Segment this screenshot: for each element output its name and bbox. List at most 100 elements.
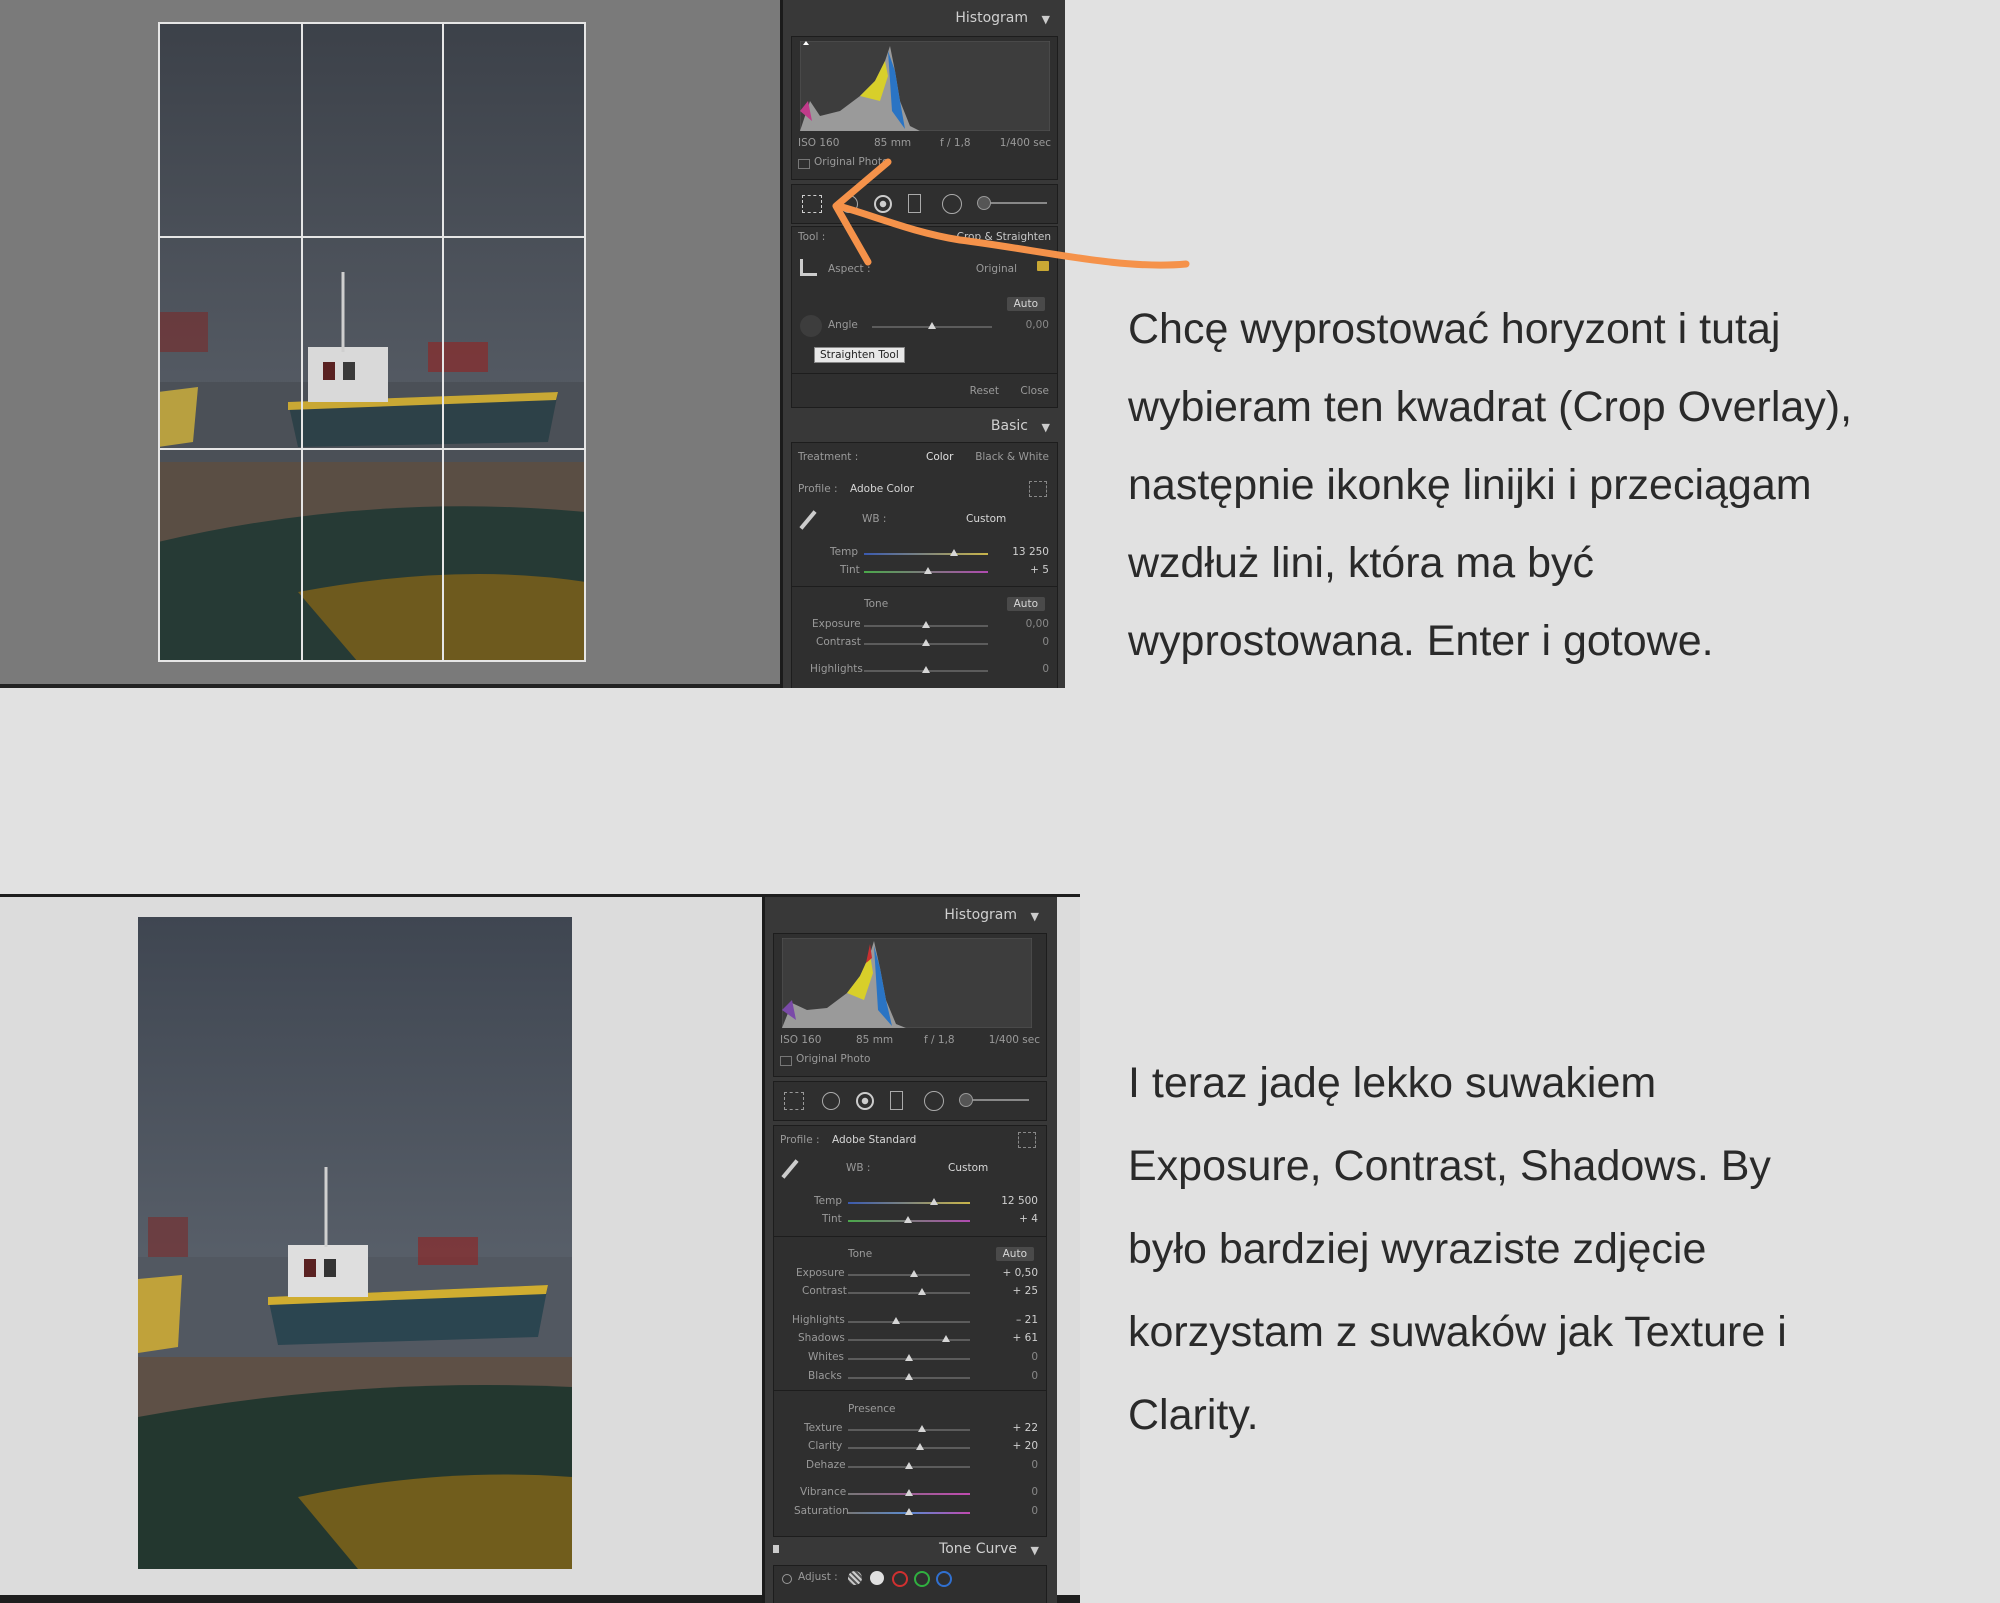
temp-slider-track[interactable] bbox=[848, 1202, 970, 1204]
straighten-ruler-icon[interactable] bbox=[800, 315, 822, 337]
point-curve-icon[interactable] bbox=[870, 1571, 884, 1585]
lock-icon[interactable] bbox=[1037, 261, 1049, 271]
clarity-slider-knob[interactable] bbox=[916, 1443, 924, 1450]
tone-curve-toggle-icon[interactable] bbox=[773, 1545, 779, 1553]
radial-filter-icon[interactable] bbox=[924, 1091, 944, 1111]
saturation-slider-knob[interactable] bbox=[905, 1508, 913, 1515]
contrast-slider-track[interactable] bbox=[848, 1292, 970, 1294]
wb-eyedropper-icon[interactable] bbox=[799, 510, 817, 530]
highlights-slider-track[interactable] bbox=[848, 1321, 970, 1323]
tone-curve-collapse-icon[interactable]: ▼ bbox=[1031, 1544, 1039, 1557]
histogram-title[interactable]: Histogram bbox=[944, 907, 1017, 923]
original-photo-checkbox[interactable] bbox=[798, 159, 810, 169]
tint-label: Tint bbox=[822, 1213, 842, 1225]
histogram-iso: ISO 160 bbox=[780, 1034, 822, 1046]
contrast-slider-knob[interactable] bbox=[918, 1288, 926, 1295]
reset-button[interactable]: Reset bbox=[970, 385, 999, 397]
bottom-photo[interactable] bbox=[138, 917, 572, 1569]
graduated-filter-icon[interactable] bbox=[908, 194, 921, 213]
bottom-caption: I teraz jadę lekko suwakiem Exposure, Co… bbox=[1128, 1059, 1787, 1439]
basic-title[interactable]: Basic bbox=[991, 418, 1028, 434]
exposure-slider-knob[interactable] bbox=[910, 1270, 918, 1277]
parametric-curve-icon[interactable] bbox=[848, 1571, 862, 1585]
temp-slider-knob[interactable] bbox=[930, 1198, 938, 1205]
tone-curve-title[interactable]: Tone Curve bbox=[939, 1541, 1017, 1557]
exposure-value: 0,00 bbox=[1025, 618, 1049, 630]
histogram-title[interactable]: Histogram bbox=[955, 10, 1028, 26]
profile-value[interactable]: Adobe Color bbox=[850, 483, 914, 495]
green-channel-icon[interactable] bbox=[914, 1571, 930, 1587]
temp-value: 12 500 bbox=[1001, 1195, 1038, 1207]
wb-value[interactable]: Custom bbox=[948, 1162, 988, 1174]
close-button[interactable]: Close bbox=[1020, 385, 1049, 397]
vibrance-slider-knob[interactable] bbox=[905, 1489, 913, 1496]
shadows-slider-knob[interactable] bbox=[942, 1335, 950, 1342]
radial-filter-icon[interactable] bbox=[942, 194, 962, 214]
wb-eyedropper-icon[interactable] bbox=[781, 1159, 799, 1179]
collapse-triangle-icon[interactable]: ▼ bbox=[1042, 13, 1050, 26]
tool-strip bbox=[791, 184, 1058, 224]
saturation-label: Saturation bbox=[794, 1505, 849, 1517]
red-channel-icon[interactable] bbox=[892, 1571, 908, 1587]
straighten-tooltip: Straighten Tool bbox=[814, 347, 905, 363]
clarity-slider-track[interactable] bbox=[848, 1447, 970, 1449]
highlights-slider-knob[interactable] bbox=[892, 1317, 900, 1324]
brush-knob-icon[interactable] bbox=[977, 196, 991, 210]
tone-label: Tone bbox=[864, 598, 889, 610]
collapse-triangle-icon[interactable]: ▼ bbox=[1031, 910, 1039, 923]
tint-slider-knob[interactable] bbox=[904, 1216, 912, 1223]
exposure-slider-track[interactable] bbox=[848, 1274, 970, 1276]
tint-label: Tint bbox=[840, 564, 860, 576]
crop-overlay-icon[interactable] bbox=[802, 195, 822, 213]
spot-removal-icon[interactable] bbox=[822, 1092, 840, 1110]
wb-value[interactable]: Custom bbox=[966, 513, 1006, 525]
texture-slider-track[interactable] bbox=[848, 1429, 970, 1431]
histogram-shutter: 1/400 sec bbox=[999, 137, 1051, 149]
profile-browser-icon[interactable] bbox=[1029, 481, 1047, 497]
blacks-slider-knob[interactable] bbox=[905, 1373, 913, 1380]
temp-value: 13 250 bbox=[1012, 546, 1049, 558]
treatment-color[interactable]: Color bbox=[926, 451, 953, 463]
exposure-slider-knob[interactable] bbox=[922, 621, 930, 628]
top-photo-crop[interactable] bbox=[158, 22, 586, 662]
saturation-value: 0 bbox=[1031, 1505, 1038, 1517]
highlights-label: Highlights bbox=[792, 1314, 845, 1326]
blue-channel-icon[interactable] bbox=[936, 1571, 952, 1587]
angle-slider-knob[interactable] bbox=[928, 322, 936, 329]
red-eye-icon[interactable] bbox=[874, 195, 892, 213]
dehaze-slider-knob[interactable] bbox=[905, 1462, 913, 1469]
texture-slider-knob[interactable] bbox=[918, 1425, 926, 1432]
angle-auto-button[interactable]: Auto bbox=[1006, 297, 1045, 311]
whites-slider-knob[interactable] bbox=[905, 1354, 913, 1361]
basic-divider bbox=[792, 586, 1057, 587]
temp-slider-track[interactable] bbox=[864, 553, 988, 555]
contrast-slider-knob[interactable] bbox=[922, 639, 930, 646]
histogram-graph[interactable] bbox=[800, 41, 1050, 131]
histogram-graph[interactable] bbox=[782, 938, 1032, 1028]
temp-slider-knob[interactable] bbox=[950, 549, 958, 556]
crop-panel: Tool : Crop & Straighten Aspect : Origin… bbox=[791, 226, 1058, 408]
basic-collapse-icon[interactable]: ▼ bbox=[1042, 421, 1050, 434]
tint-value: + 4 bbox=[1019, 1213, 1038, 1225]
top-develop-panel: Histogram ▼ ISO 160 85 mm f / 1,8 1/400 … bbox=[780, 0, 1065, 688]
crop-tool-icon[interactable] bbox=[800, 259, 817, 276]
basic-panel: Profile : Adobe Standard WB : Custom Tem… bbox=[773, 1125, 1047, 1537]
highlights-slider-knob[interactable] bbox=[922, 666, 930, 673]
profile-browser-icon[interactable] bbox=[1018, 1132, 1036, 1148]
tint-slider-knob[interactable] bbox=[924, 567, 932, 574]
graduated-filter-icon[interactable] bbox=[890, 1091, 903, 1110]
highlights-value: 0 bbox=[1042, 663, 1049, 675]
crop-overlay-icon[interactable] bbox=[784, 1092, 804, 1110]
brush-knob-icon[interactable] bbox=[959, 1093, 973, 1107]
tone-auto-button[interactable]: Auto bbox=[995, 1247, 1034, 1261]
profile-value[interactable]: Adobe Standard bbox=[832, 1134, 916, 1146]
tone-auto-button[interactable]: Auto bbox=[1006, 597, 1045, 611]
wb-label: WB : bbox=[862, 513, 887, 525]
original-photo-checkbox[interactable] bbox=[780, 1056, 792, 1066]
spot-removal-icon[interactable] bbox=[840, 195, 858, 213]
shadows-slider-track[interactable] bbox=[848, 1339, 970, 1341]
aspect-value[interactable]: Original bbox=[976, 263, 1017, 275]
treatment-bw[interactable]: Black & White bbox=[975, 451, 1049, 463]
adjust-target-icon[interactable] bbox=[782, 1574, 792, 1584]
red-eye-icon[interactable] bbox=[856, 1092, 874, 1110]
